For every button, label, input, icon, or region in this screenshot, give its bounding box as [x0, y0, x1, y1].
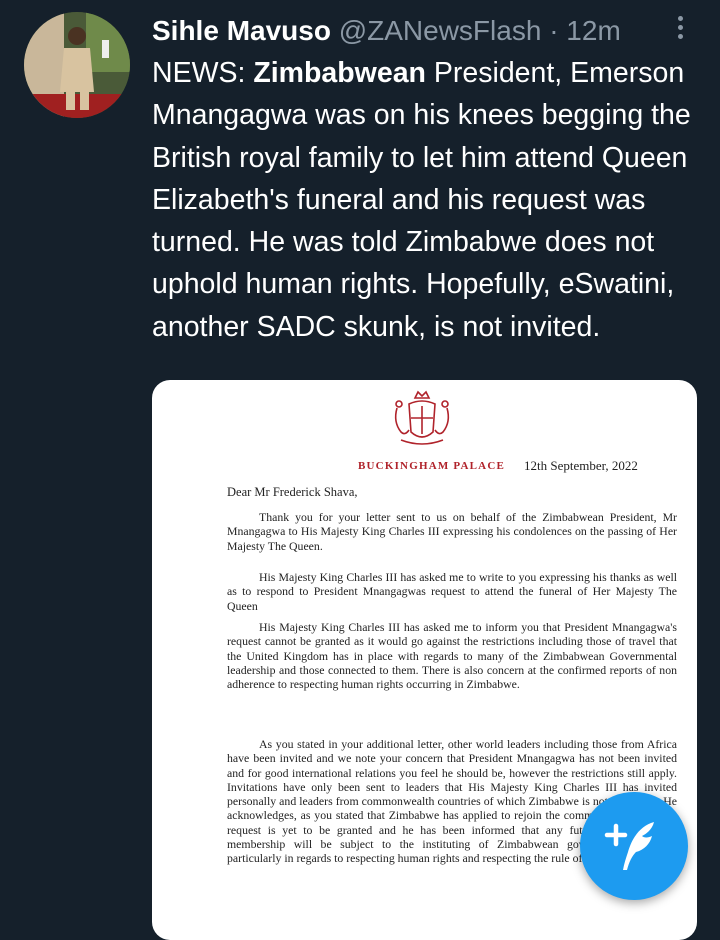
compose-tweet-button[interactable] — [580, 792, 688, 900]
compose-tweet-icon — [604, 822, 654, 870]
avatar-photo — [24, 12, 130, 118]
author-name[interactable]: Sihle Mavuso — [152, 15, 331, 46]
letter-paragraph: His Majesty King Charles III has asked m… — [227, 620, 677, 692]
more-options-icon[interactable] — [668, 12, 692, 42]
tweet-text-bold: Zimbabwean — [253, 57, 426, 89]
letter-paragraph: His Majesty King Charles III has asked m… — [227, 570, 677, 613]
tweet-header: Sihle Mavuso @ZANewsFlash · 12m — [152, 14, 621, 48]
tweet-text: NEWS: Zimbabwean President, Emerson Mnan… — [152, 52, 708, 348]
letter-header: BUCKINGHAM PALACE — [358, 460, 506, 472]
letter-salutation: Dear Mr Frederick Shava, — [227, 485, 358, 499]
author-handle[interactable]: @ZANewsFlash — [339, 15, 542, 46]
author-avatar[interactable] — [24, 12, 130, 118]
tweet-text-prefix: NEWS: — [152, 57, 254, 89]
separator: · — [549, 15, 559, 46]
tweet-time[interactable]: 12m — [566, 15, 620, 46]
letter-paragraph: Thank you for your letter sent to us on … — [227, 510, 677, 553]
tweet-text-rest: President, Emerson Mnangagwa was on his … — [152, 57, 691, 343]
royal-crest-icon — [394, 390, 450, 445]
letter-date: 12th September, 2022 — [524, 458, 638, 473]
